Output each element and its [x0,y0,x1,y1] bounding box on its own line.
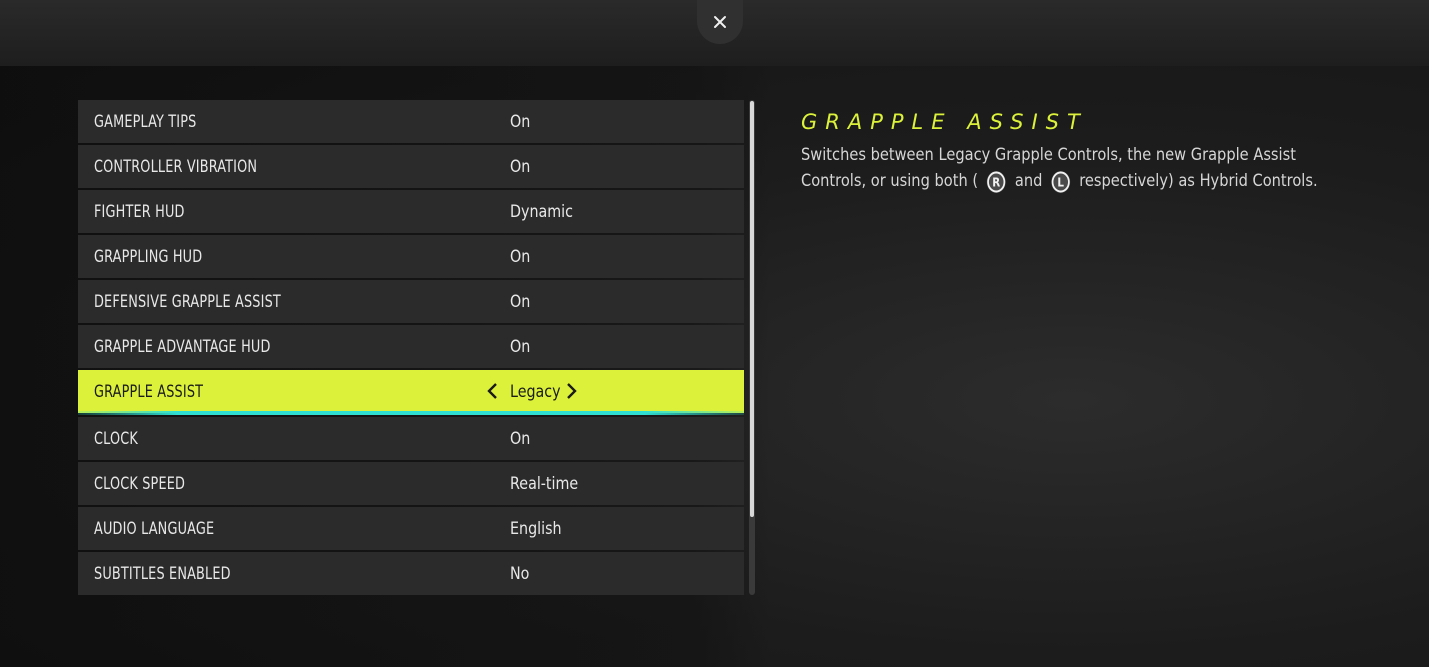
setting-row-gameplay-tips[interactable]: GAMEPLAY TIPS On [78,100,744,143]
setting-row-grapple-advantage-hud[interactable]: GRAPPLE ADVANTAGE HUD On [78,325,744,368]
setting-label: CLOCK [94,428,138,449]
setting-label: SUBTITLES ENABLED [94,563,231,584]
setting-row-controller-vibration[interactable]: CONTROLLER VIBRATION On [78,145,744,188]
setting-value: English [510,518,562,539]
setting-label: FIGHTER HUD [94,201,185,222]
description-line-2: Controls, or using both ( R and L respec… [801,168,1318,194]
setting-row-audio-language[interactable]: AUDIO LANGUAGE English [78,507,744,550]
setting-row-subtitles-enabled[interactable]: SUBTITLES ENABLED No [78,552,744,595]
setting-label: GRAPPLE ASSIST [94,381,204,402]
setting-label: GRAPPLING HUD [94,246,203,267]
previous-option-button[interactable] [485,382,501,400]
description-text-segment: and [1014,171,1043,191]
description-title: GRAPPLE ASSIST [801,110,1088,134]
settings-list: GAMEPLAY TIPS On CONTROLLER VIBRATION On… [78,100,744,595]
setting-row-fighter-hud[interactable]: FIGHTER HUD Dynamic [78,190,744,233]
description-line-1: Switches between Legacy Grapple Controls… [801,145,1296,165]
setting-row-clock[interactable]: CLOCK On [78,417,744,460]
setting-value: On [510,111,531,132]
setting-value: On [510,246,531,267]
setting-label: AUDIO LANGUAGE [94,518,215,539]
left-stick-icon: L [1051,171,1071,193]
close-icon [714,16,726,28]
setting-value: On [510,428,531,449]
setting-value: Real-time [510,473,579,494]
chevron-right-icon [567,383,577,399]
description-text-segment: Controls, or using both ( [801,171,979,191]
setting-label: GAMEPLAY TIPS [94,111,197,132]
setting-row-defensive-grapple-assist[interactable]: DEFENSIVE GRAPPLE ASSIST On [78,280,744,323]
right-stick-icon: R [987,171,1006,193]
next-option-button[interactable] [563,382,579,400]
setting-value: On [510,336,531,357]
svg-text:L: L [1058,176,1065,190]
setting-label: GRAPPLE ADVANTAGE HUD [94,336,271,357]
setting-value: On [510,156,531,177]
description-text-segment: respectively) as Hybrid Controls. [1079,171,1318,191]
setting-value: On [510,291,531,312]
setting-value: No [510,563,530,584]
setting-value: Dynamic [510,201,573,222]
chevron-left-icon [487,383,497,399]
setting-label: CONTROLLER VIBRATION [94,156,258,177]
setting-row-grapple-assist[interactable]: GRAPPLE ASSIST Legacy [78,370,744,415]
svg-text:R: R [993,176,1001,190]
setting-value: Legacy [510,381,561,402]
close-button[interactable] [697,0,743,44]
setting-label: CLOCK SPEED [94,473,186,494]
setting-row-grappling-hud[interactable]: GRAPPLING HUD On [78,235,744,278]
setting-label: DEFENSIVE GRAPPLE ASSIST [94,291,281,312]
scrollbar-thumb[interactable] [750,101,754,517]
description-text: Switches between Legacy Grapple Controls… [801,142,1318,194]
setting-row-clock-speed[interactable]: CLOCK SPEED Real-time [78,462,744,505]
